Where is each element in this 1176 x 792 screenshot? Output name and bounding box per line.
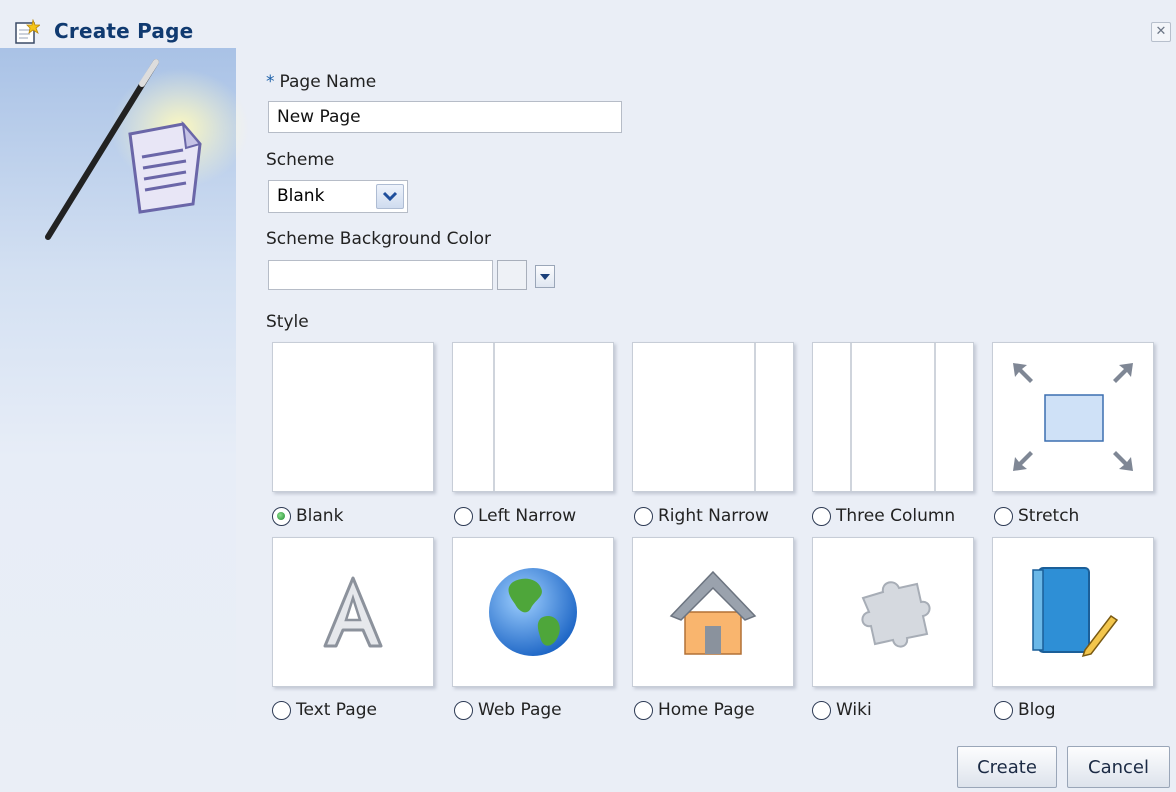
style-tile-right-narrow[interactable] <box>632 342 794 492</box>
color-swatch[interactable] <box>497 260 527 290</box>
create-page-icon <box>15 19 40 44</box>
page-name-label: * Page Name <box>266 72 377 92</box>
caret-down-icon <box>540 274 550 280</box>
style-tile-three-column[interactable] <box>812 342 974 492</box>
style-tile-blog[interactable] <box>992 537 1154 687</box>
stretch-icon <box>1013 363 1133 471</box>
style-option-three-column[interactable]: Three Column <box>812 506 955 526</box>
style-option-left-narrow[interactable]: Left Narrow <box>454 506 576 526</box>
scheme-select[interactable]: Blank <box>268 180 408 213</box>
dialog-titlebar: Create Page ✕ <box>0 0 1176 48</box>
scheme-label: Scheme <box>266 150 335 170</box>
radio-button[interactable] <box>634 700 653 720</box>
style-tile-stretch[interactable] <box>992 342 1154 492</box>
page-name-input[interactable] <box>268 101 622 133</box>
puzzle-piece-icon <box>861 581 931 648</box>
radio-button[interactable] <box>994 506 1013 526</box>
style-option-wiki[interactable]: Wiki <box>812 700 872 720</box>
magic-wand-page-illustration <box>45 59 202 240</box>
style-label: Style <box>266 312 309 332</box>
style-tile-left-narrow[interactable] <box>452 342 614 492</box>
radio-button-selected[interactable] <box>272 506 291 526</box>
style-option-right-narrow[interactable]: Right Narrow <box>634 506 769 526</box>
style-tile-text-page[interactable] <box>272 537 434 687</box>
close-icon[interactable]: ✕ <box>1151 22 1171 42</box>
create-button[interactable]: Create <box>957 746 1057 788</box>
radio-button[interactable] <box>812 700 831 720</box>
radio-button[interactable] <box>454 506 473 526</box>
style-tile-web-page[interactable] <box>452 537 614 687</box>
style-option-stretch[interactable]: Stretch <box>994 506 1079 526</box>
scheme-bg-color-input[interactable] <box>268 260 493 290</box>
globe-icon <box>489 568 577 656</box>
radio-button[interactable] <box>812 506 831 526</box>
chevron-down-icon[interactable] <box>376 184 404 209</box>
style-option-text-page[interactable]: Text Page <box>272 700 377 720</box>
book-pencil-icon <box>1032 567 1119 658</box>
radio-button[interactable] <box>994 700 1013 720</box>
style-tile-home-page[interactable] <box>632 537 794 687</box>
cancel-button[interactable]: Cancel <box>1067 746 1170 788</box>
color-dropdown-button[interactable] <box>535 265 555 288</box>
radio-button[interactable] <box>454 700 473 720</box>
house-icon <box>669 570 757 655</box>
column-divider <box>754 343 756 491</box>
column-divider <box>850 343 852 491</box>
style-option-blank[interactable]: Blank <box>272 506 343 526</box>
scheme-selected-value: Blank <box>277 186 325 206</box>
letter-a-icon <box>323 576 383 648</box>
column-divider <box>934 343 936 491</box>
column-divider <box>493 343 495 491</box>
radio-button[interactable] <box>634 506 653 526</box>
style-tile-blank[interactable] <box>272 342 434 492</box>
required-marker: * <box>266 72 275 92</box>
radio-button[interactable] <box>272 700 291 720</box>
style-tile-wiki[interactable] <box>812 537 974 687</box>
style-option-web-page[interactable]: Web Page <box>454 700 562 720</box>
style-option-home-page[interactable]: Home Page <box>634 700 755 720</box>
style-option-blog[interactable]: Blog <box>994 700 1056 720</box>
dialog-title: Create Page <box>54 19 194 43</box>
scheme-bg-color-label: Scheme Background Color <box>266 229 492 249</box>
